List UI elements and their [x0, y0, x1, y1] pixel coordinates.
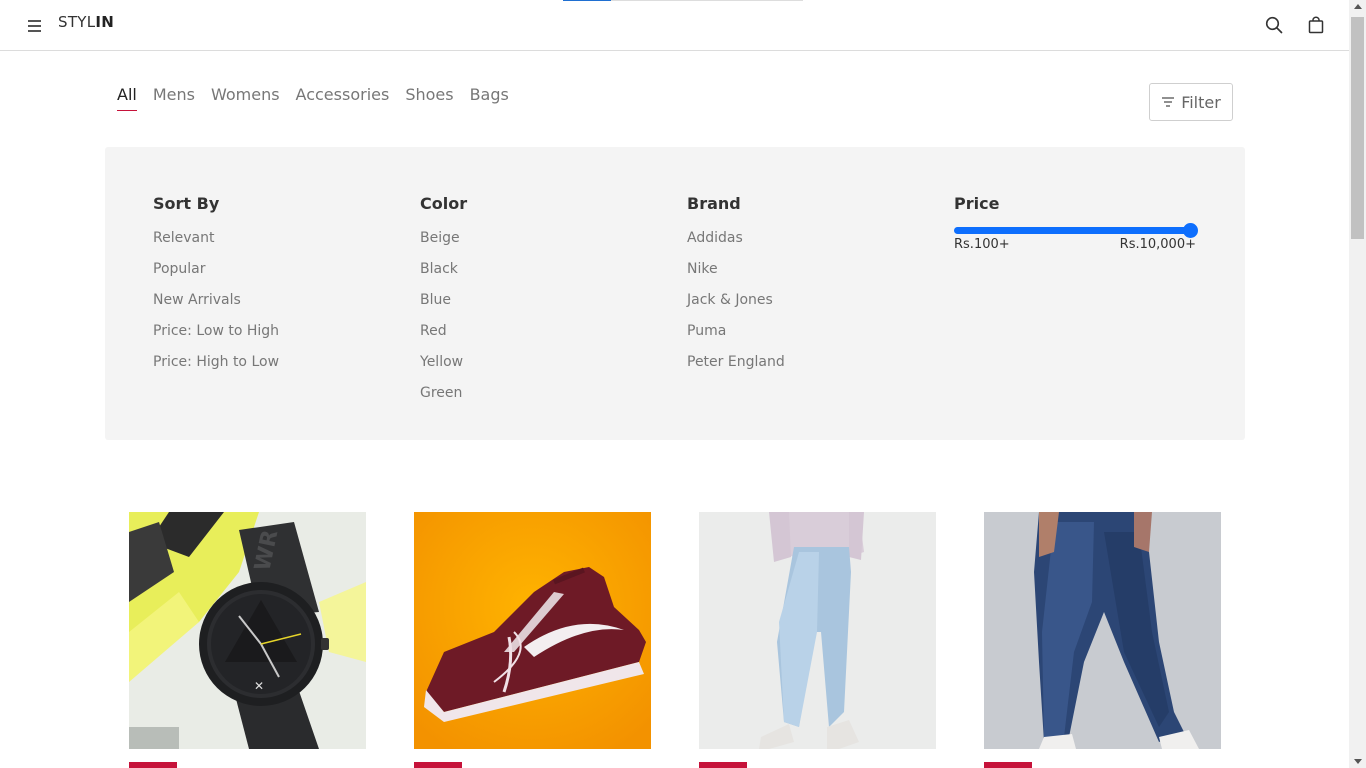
loading-progress-fill: [563, 0, 611, 1]
color-option[interactable]: Black: [420, 259, 467, 279]
color-option[interactable]: Blue: [420, 290, 467, 310]
sort-by-column: Sort By Relevant Popular New Arrivals Price…: [153, 193, 279, 383]
brand-option[interactable]: Puma: [687, 321, 785, 341]
product-image-dark-jeans[interactable]: [984, 512, 1221, 749]
site-logo[interactable]: STYLIN: [58, 13, 114, 31]
svg-text:✕: ✕: [254, 679, 264, 693]
price-range-labels: Rs.100+ Rs.10,000+: [954, 237, 1196, 252]
sort-by-option[interactable]: Relevant: [153, 228, 279, 248]
price-column: Price Rs.100+ Rs.10,000+: [954, 193, 1198, 252]
logo-prefix: STYL: [58, 13, 96, 31]
tab-shoes[interactable]: Shoes: [405, 84, 453, 111]
brand-option[interactable]: Nike: [687, 259, 785, 279]
scroll-down-arrow-icon[interactable]: [1354, 759, 1362, 764]
price-slider-track[interactable]: [954, 223, 1198, 238]
loading-progress-bar: [563, 0, 803, 1]
price-min-label: Rs.100+: [954, 237, 1010, 252]
product-badge: [129, 762, 177, 768]
logo-suffix: IN: [95, 13, 115, 31]
color-option[interactable]: Green: [420, 383, 467, 403]
hamburger-menu-icon[interactable]: [28, 18, 42, 32]
brand-option[interactable]: Peter England: [687, 352, 785, 372]
price-title: Price: [954, 194, 1000, 213]
tab-bags[interactable]: Bags: [470, 84, 509, 111]
brand-title: Brand: [687, 194, 741, 213]
sort-by-option[interactable]: Price: Low to High: [153, 321, 279, 341]
color-option[interactable]: Red: [420, 321, 467, 341]
sort-by-option[interactable]: New Arrivals: [153, 290, 279, 310]
search-icon[interactable]: [1265, 16, 1283, 34]
tab-accessories[interactable]: Accessories: [296, 84, 390, 111]
shopping-bag-icon[interactable]: [1307, 16, 1325, 34]
brand-column: Brand Addidas Nike Jack & Jones Puma Peter E…: [687, 193, 785, 383]
category-tabs: All Mens Womens Accessories Shoes Bags: [117, 84, 525, 111]
price-max-label: Rs.10,000+: [1119, 237, 1196, 252]
product-image-light-jeans[interactable]: [699, 512, 936, 749]
filter-button[interactable]: Filter: [1149, 83, 1233, 121]
scroll-up-arrow-icon[interactable]: [1354, 4, 1362, 9]
product-badge: [699, 762, 747, 768]
product-card-light-jeans[interactable]: [699, 512, 936, 768]
filter-icon: [1162, 97, 1175, 107]
color-column: Color Beige Black Blue Red Yellow Green: [420, 193, 467, 414]
product-image-watch[interactable]: WR ✕: [129, 512, 366, 749]
color-option[interactable]: Yellow: [420, 352, 467, 372]
product-card-dark-jeans[interactable]: [984, 512, 1221, 768]
product-badge: [414, 762, 462, 768]
product-badge: [984, 762, 1032, 768]
brand-option[interactable]: Jack & Jones: [687, 290, 785, 310]
sort-by-title: Sort By: [153, 194, 220, 213]
product-image-sneaker[interactable]: [414, 512, 651, 749]
price-slider-thumb[interactable]: [1183, 223, 1198, 238]
color-option[interactable]: Beige: [420, 228, 467, 248]
scrollbar-thumb[interactable]: [1351, 17, 1364, 239]
page-scrollbar[interactable]: [1349, 0, 1366, 768]
page: STYLIN All Mens Womens Accessories Shoes Bags…: [0, 0, 1349, 768]
product-card-sneaker[interactable]: [414, 512, 651, 768]
site-header: STYLIN: [0, 0, 1349, 51]
color-title: Color: [420, 194, 468, 213]
filter-button-label: Filter: [1181, 92, 1221, 112]
tab-all[interactable]: All: [117, 84, 137, 111]
brand-option[interactable]: Addidas: [687, 228, 785, 248]
product-card-watch[interactable]: WR ✕: [129, 512, 366, 768]
tab-womens[interactable]: Womens: [211, 84, 280, 111]
filter-panel: Sort By Relevant Popular New Arrivals Price…: [105, 147, 1245, 440]
tab-mens[interactable]: Mens: [153, 84, 195, 111]
sort-by-option[interactable]: Price: High to Low: [153, 352, 279, 372]
sort-by-option[interactable]: Popular: [153, 259, 279, 279]
